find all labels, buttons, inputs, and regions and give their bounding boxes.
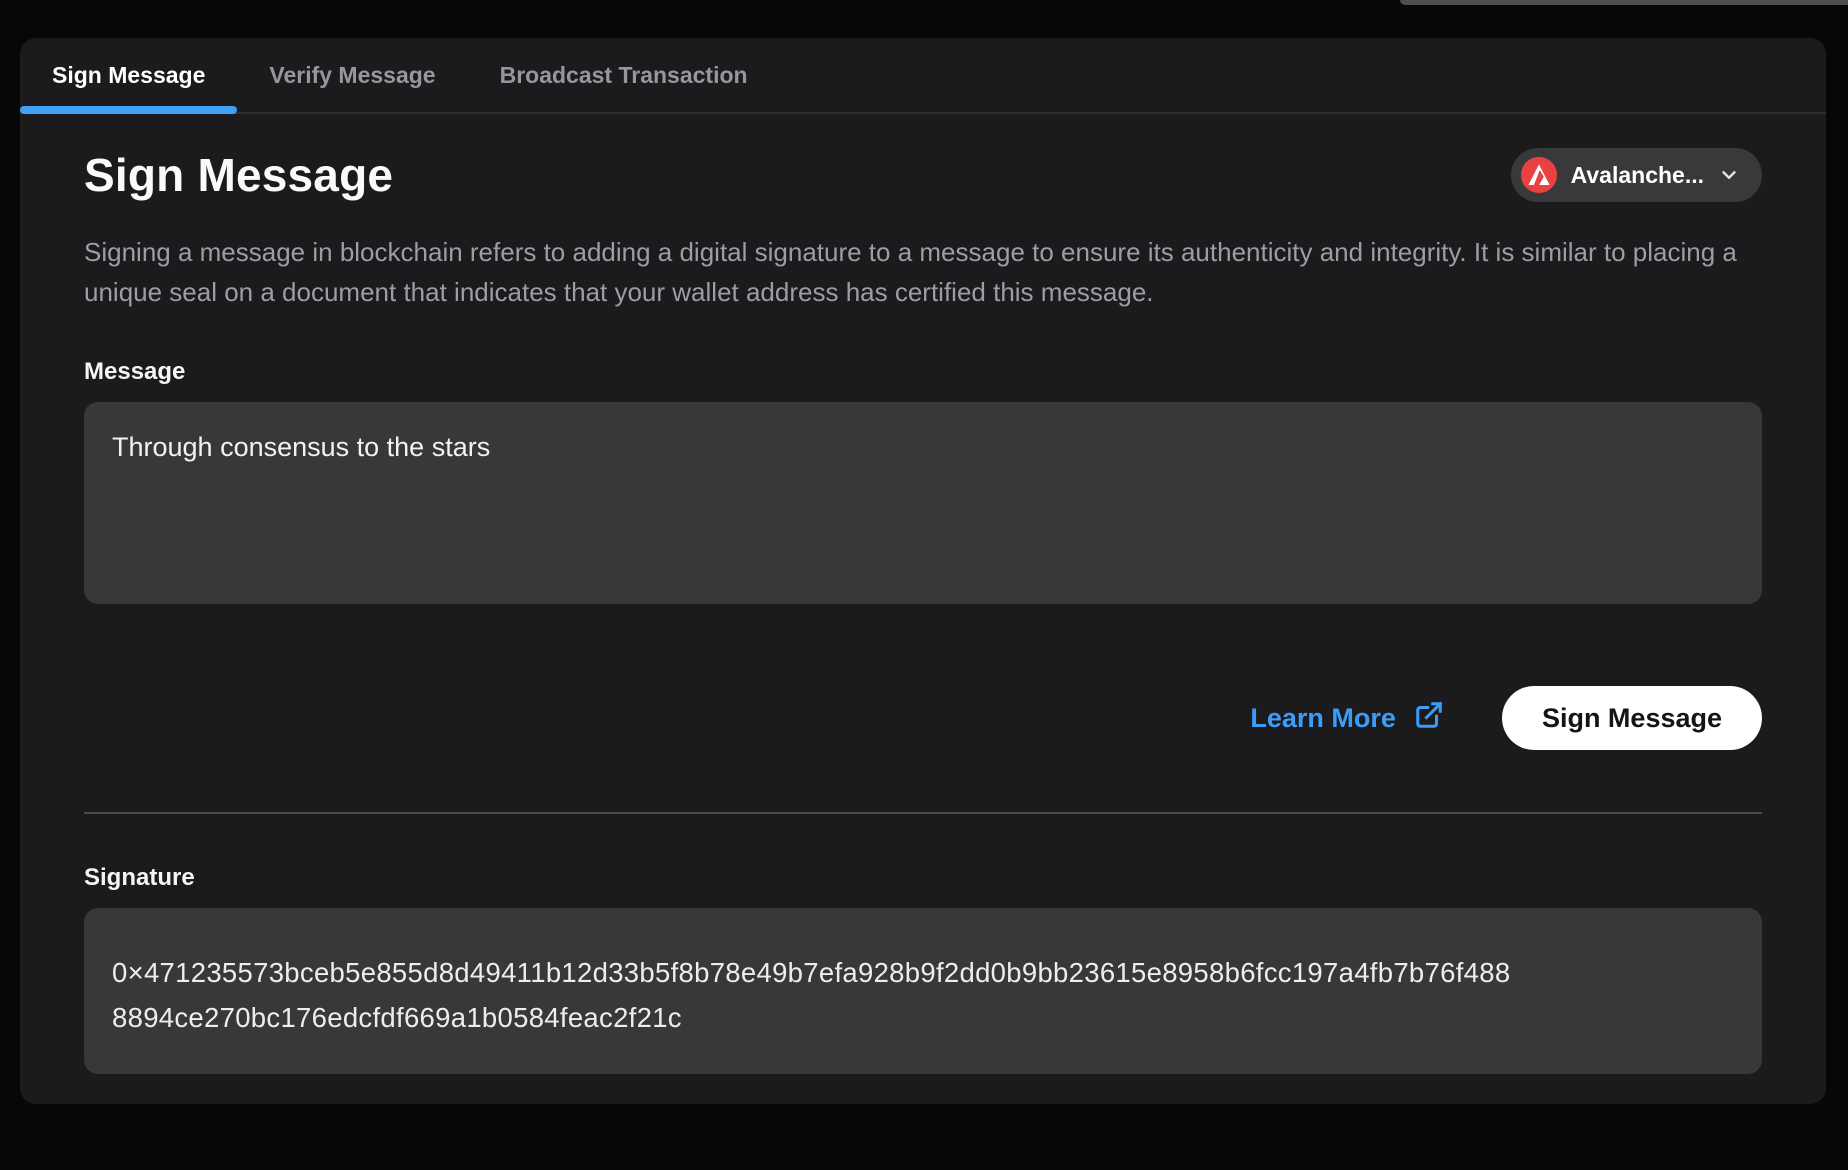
avalanche-logo-icon bbox=[1521, 157, 1557, 193]
page-title: Sign Message bbox=[84, 148, 393, 202]
signature-value: 0×471235573bceb5e855d8d49411b12d33b5f8b7… bbox=[112, 950, 1512, 1040]
actions-row: Learn More Sign Message bbox=[84, 686, 1762, 750]
card-content: Sign Message Avalanche... Signing a bbox=[20, 114, 1826, 1074]
section-divider bbox=[84, 812, 1762, 814]
message-input[interactable]: Through consensus to the stars bbox=[84, 402, 1762, 604]
message-field-label: Message bbox=[84, 358, 1762, 386]
learn-more-label: Learn More bbox=[1250, 703, 1396, 734]
sign-message-button[interactable]: Sign Message bbox=[1502, 686, 1762, 750]
active-tab-underline bbox=[20, 106, 237, 114]
tab-label: Broadcast Transaction bbox=[500, 62, 748, 89]
sign-message-card: Sign Message Verify Message Broadcast Tr… bbox=[20, 38, 1826, 1104]
network-label: Avalanche... bbox=[1571, 162, 1704, 189]
tab-label: Sign Message bbox=[52, 62, 205, 89]
learn-more-link[interactable]: Learn More bbox=[1250, 700, 1444, 737]
signature-field-label: Signature bbox=[84, 864, 1762, 892]
network-selector[interactable]: Avalanche... bbox=[1511, 148, 1762, 202]
page-description: Signing a message in blockchain refers t… bbox=[84, 232, 1762, 312]
window-edge-fragment bbox=[1400, 0, 1848, 5]
chevron-down-icon bbox=[1718, 164, 1740, 186]
external-link-icon[interactable] bbox=[1414, 700, 1444, 737]
message-value: Through consensus to the stars bbox=[112, 432, 490, 462]
tab-broadcast-transaction[interactable]: Broadcast Transaction bbox=[468, 38, 780, 112]
tab-bar: Sign Message Verify Message Broadcast Tr… bbox=[20, 38, 1826, 114]
tab-label: Verify Message bbox=[269, 62, 435, 89]
tab-sign-message[interactable]: Sign Message bbox=[20, 38, 237, 112]
tab-verify-message[interactable]: Verify Message bbox=[237, 38, 467, 112]
header-row: Sign Message Avalanche... bbox=[84, 148, 1762, 202]
signature-output: 0×471235573bceb5e855d8d49411b12d33b5f8b7… bbox=[84, 908, 1762, 1074]
